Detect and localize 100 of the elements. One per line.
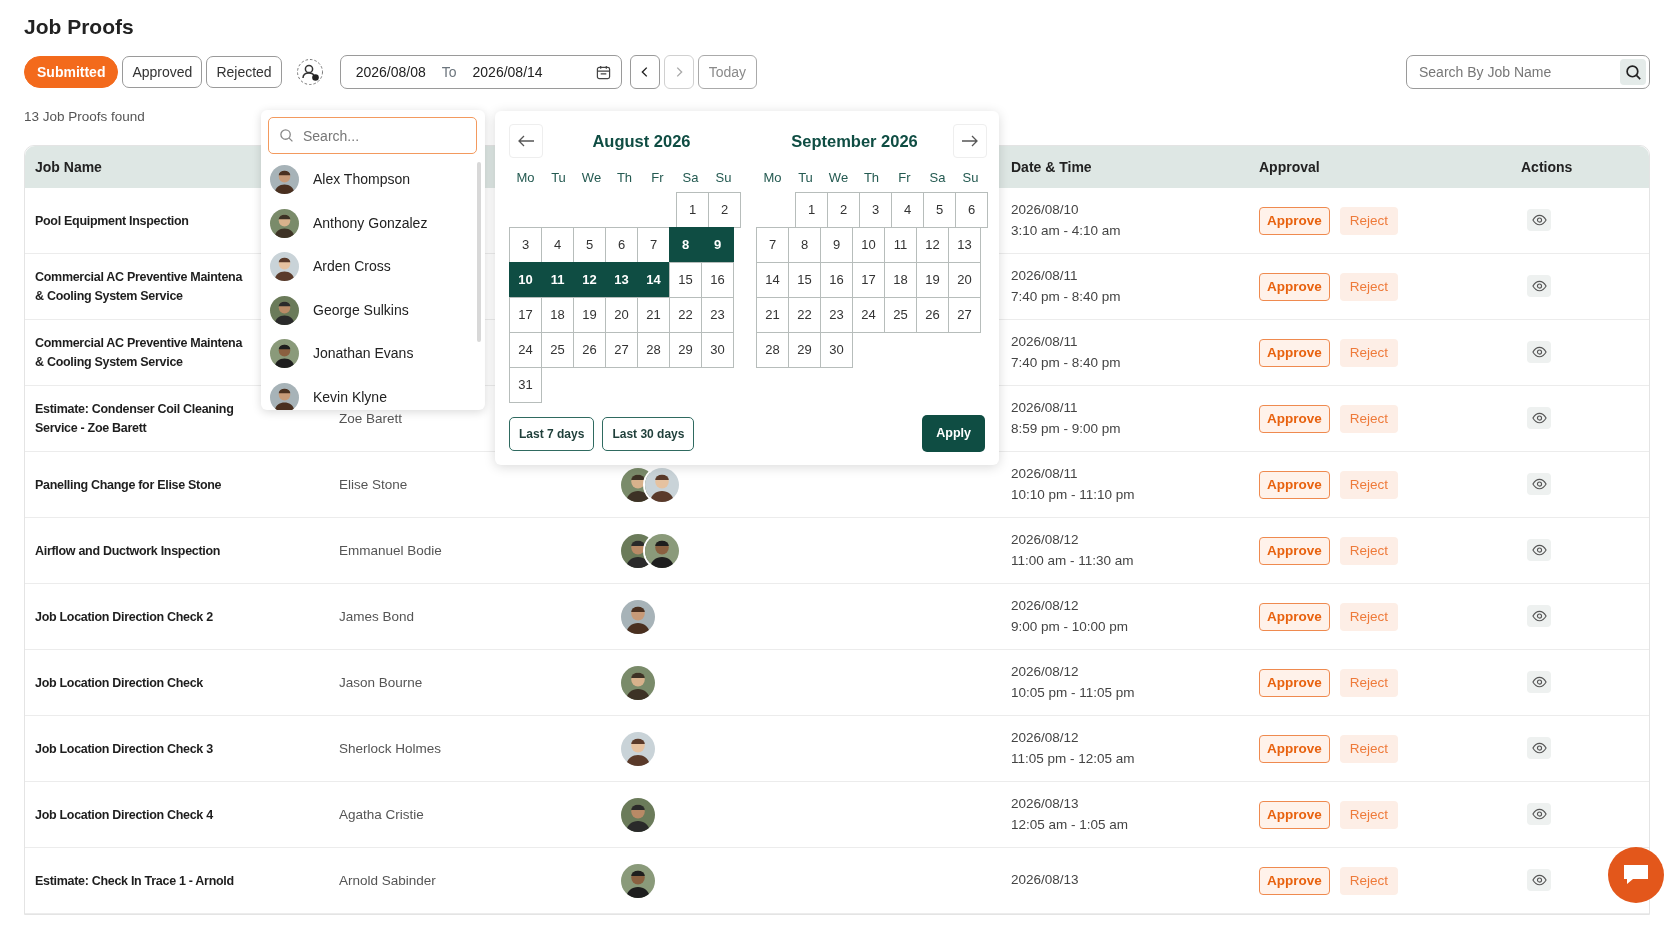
view-icon[interactable] xyxy=(1527,341,1551,364)
customer-name: Zoe Barett xyxy=(339,410,403,426)
previous-button[interactable] xyxy=(629,55,660,90)
calendar-day[interactable]: 30 xyxy=(701,331,734,368)
job-name: Job Location Direction Check 3 xyxy=(35,740,213,758)
customer-name: Jason Bourne xyxy=(339,674,423,690)
month-title: September 2026 xyxy=(790,130,919,152)
date-time: 2026/08/11 7:40 pm - 8:40 pm xyxy=(1011,267,1122,306)
weekday-label: Mo xyxy=(762,169,783,187)
person-item[interactable]: Arden Cross xyxy=(268,245,477,289)
people-search-field[interactable]: Search... xyxy=(268,117,477,154)
weekday-label: Fr xyxy=(650,169,665,187)
view-icon[interactable] xyxy=(1527,407,1551,430)
calendar-day[interactable]: 15 xyxy=(669,261,702,298)
chat-button[interactable] xyxy=(1608,847,1664,903)
calendar-day[interactable]: 11 xyxy=(541,261,574,298)
customer-name: Emmanuel Bodie xyxy=(339,542,442,558)
date-time: 2026/08/12 10:05 pm - 11:05 pm xyxy=(1011,663,1136,702)
calendar-day[interactable]: 27 xyxy=(948,296,981,333)
view-icon[interactable] xyxy=(1527,275,1551,298)
job-name: Job Location Direction Check 4 xyxy=(35,806,213,824)
date-time: 2026/08/11 10:10 pm - 11:10 pm xyxy=(1011,465,1136,504)
job-name: Job Location Direction Check 2 xyxy=(35,608,213,626)
column-header: Actions xyxy=(1521,158,1573,175)
calendar-day[interactable]: 13 xyxy=(605,261,638,298)
status-filter-tab[interactable]: Approved xyxy=(122,56,203,89)
scrollbar[interactable] xyxy=(477,162,481,342)
date-time: 2026/08/11 8:59 pm - 9:00 pm xyxy=(1011,399,1122,438)
weekday-label: Su xyxy=(961,169,980,187)
calendar-day[interactable]: 17 xyxy=(509,296,542,333)
weekday-label: Su xyxy=(714,169,733,187)
job-name: Commercial AC Preventive Maintena & Cooling System Service xyxy=(35,268,243,305)
person-item[interactable]: Anthony Gonzalez xyxy=(268,201,477,245)
calendar-day[interactable]: 7 xyxy=(756,226,789,263)
customer-name: Agatha Cristie xyxy=(339,806,424,822)
job-name: Estimate: Check In Trace 1 - Arnold xyxy=(35,872,234,890)
weekday-label: Tu xyxy=(550,169,567,187)
previous-month-button[interactable] xyxy=(509,124,543,158)
apply-button[interactable]: Apply xyxy=(922,415,985,452)
calendar-day[interactable]: 12 xyxy=(573,261,606,298)
preset-button[interactable]: Last 7 days xyxy=(509,416,595,451)
date-time: 2026/08/13 12:05 am - 1:05 am xyxy=(1011,795,1130,834)
result-count: 13 Job Proofs found xyxy=(24,108,146,127)
person-item[interactable]: Alex Thompson xyxy=(268,158,477,202)
job-name: Airflow and Ductwork Inspection xyxy=(35,542,221,560)
date-time: 2026/08/12 11:05 pm - 12:05 am xyxy=(1011,729,1136,768)
view-icon[interactable] xyxy=(1527,473,1551,496)
person-item[interactable]: Kevin Klyne xyxy=(268,375,477,410)
weekday-label: Sa xyxy=(928,169,947,187)
job-name: Pool Equipment Inspection xyxy=(35,212,189,230)
person-item[interactable]: Jonathan Evans xyxy=(268,332,477,376)
date-time: 2026/08/10 3:10 am - 4:10 am xyxy=(1011,201,1122,240)
next-month-button[interactable] xyxy=(953,124,987,158)
arrow-left-icon xyxy=(517,135,535,147)
calendar-day[interactable]: 1 xyxy=(795,191,828,228)
job-name: Commercial AC Preventive Maintena & Cooling System Service xyxy=(35,334,243,371)
calendar-day[interactable]: 31 xyxy=(509,366,542,403)
weekday-label: Th xyxy=(615,169,634,187)
date-range-field[interactable]: 2026/08/08 To 2026/08/14 xyxy=(339,55,622,90)
job-name: Panelling Change for Elise Stone xyxy=(35,476,222,494)
calendar-day[interactable]: 16 xyxy=(701,261,734,298)
job-name: Estimate: Condenser Coil Cleaning Service - Zoe Barett xyxy=(35,400,234,437)
search-button[interactable] xyxy=(1620,59,1646,86)
weekday-label: We xyxy=(580,169,603,187)
calendar-day[interactable]: 30 xyxy=(820,331,853,368)
weekday-label: Mo xyxy=(515,169,536,187)
view-icon[interactable] xyxy=(1527,539,1551,562)
customer-name: Arnold Sabinder xyxy=(339,872,436,888)
weekday-label: Fr xyxy=(897,169,912,187)
person-item[interactable]: George Sulkins xyxy=(268,288,477,332)
month-title: August 2026 xyxy=(591,130,692,152)
calendar-day[interactable]: 6 xyxy=(955,191,988,228)
date-time: 2026/08/13 xyxy=(1011,871,1080,890)
preset-button[interactable]: Last 30 days xyxy=(602,416,695,451)
job-search-field[interactable]: Search By Job Name xyxy=(1406,55,1650,90)
view-icon[interactable] xyxy=(1527,869,1551,892)
calendar-icon[interactable] xyxy=(595,64,611,80)
page-title: Job Proofs xyxy=(24,14,135,40)
view-icon[interactable] xyxy=(1527,605,1551,628)
calendar-day[interactable]: 14 xyxy=(637,261,670,298)
search-icon xyxy=(1624,63,1642,81)
calendar-day[interactable]: 10 xyxy=(509,261,542,298)
status-filter-tab[interactable]: Rejected xyxy=(206,56,282,89)
date-separator: To xyxy=(441,62,457,82)
column-header: Approval xyxy=(1259,158,1320,175)
weekday-label: We xyxy=(827,169,850,187)
customer-name: Elise Stone xyxy=(339,476,408,492)
customer-name: James Bond xyxy=(339,608,415,624)
view-icon[interactable] xyxy=(1527,671,1551,694)
calendar-day[interactable]: 28 xyxy=(756,331,789,368)
column-header: Job Name xyxy=(35,158,102,175)
date-time: 2026/08/12 9:00 pm - 10:00 pm xyxy=(1011,597,1130,636)
view-icon[interactable] xyxy=(1527,737,1551,760)
view-icon[interactable] xyxy=(1527,209,1551,232)
calendar-day[interactable]: 8 xyxy=(669,226,702,263)
user-filter-icon[interactable] xyxy=(295,58,324,87)
weekday-label: Tu xyxy=(797,169,814,187)
weekday-label: Sa xyxy=(681,169,700,187)
calendar-day[interactable]: 9 xyxy=(701,226,734,263)
view-icon[interactable] xyxy=(1527,803,1551,826)
